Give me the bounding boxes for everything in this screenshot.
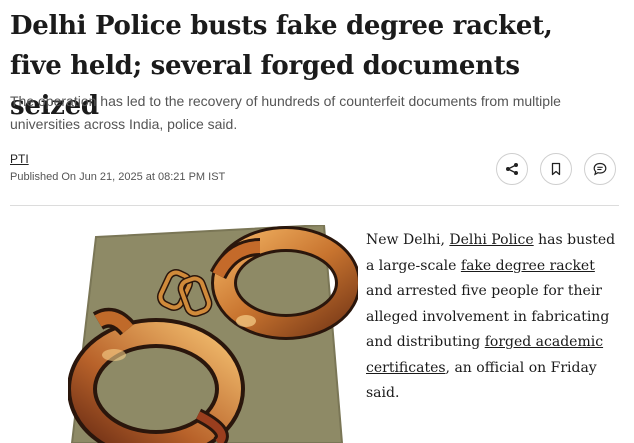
article-body: New Delhi, Delhi Police has busted a lar… — [366, 228, 616, 407]
comment-button[interactable] — [584, 153, 616, 185]
author-link[interactable]: PTI — [10, 152, 29, 166]
handcuffs-image — [68, 225, 358, 443]
bookmark-button[interactable] — [540, 153, 572, 185]
comment-icon — [593, 162, 607, 176]
article-summary: The operation has led to the recovery of… — [10, 93, 561, 132]
divider — [10, 205, 619, 206]
published-date: Published On Jun 21, 2025 at 08:21 PM IS… — [10, 171, 226, 183]
delhi-police-link[interactable]: Delhi Police — [449, 232, 533, 248]
share-button[interactable] — [496, 153, 528, 185]
share-icon — [506, 163, 518, 175]
fake-degree-racket-link[interactable]: fake degree racket — [461, 258, 595, 274]
bookmark-icon — [551, 162, 561, 176]
body-text-1: New Delhi, — [366, 232, 450, 248]
